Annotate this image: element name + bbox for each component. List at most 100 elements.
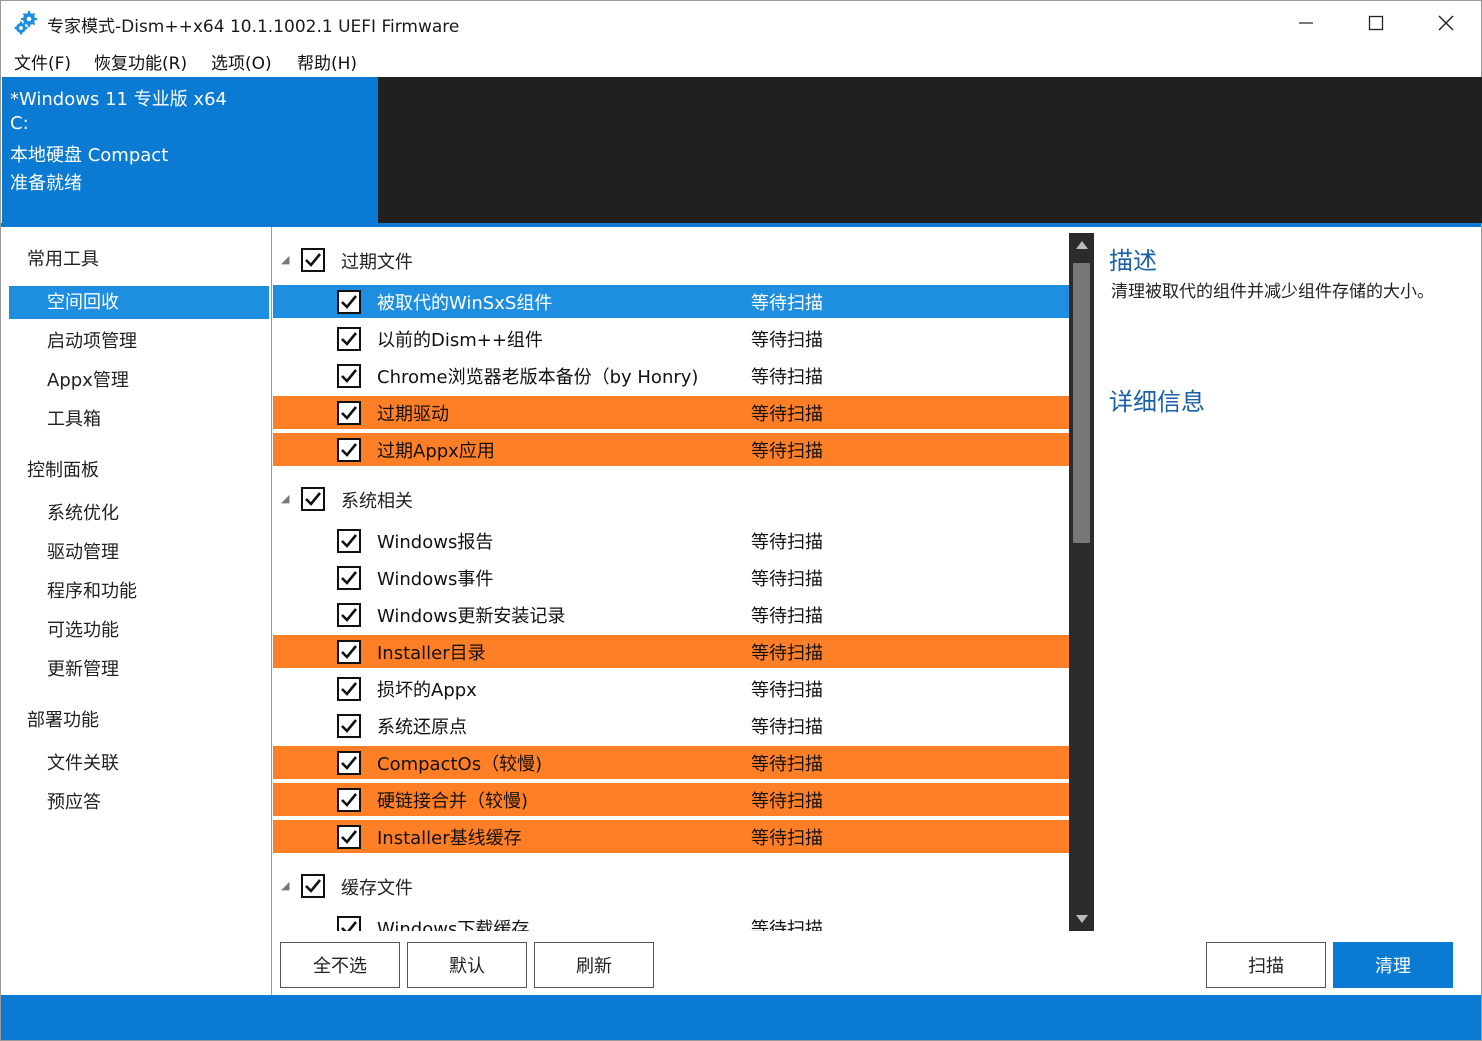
item-status: 等待扫描 [751, 606, 823, 627]
item-status: 等待扫描 [751, 569, 823, 590]
list-item[interactable]: CompactOs（较慢) 等待扫描 [273, 746, 1069, 779]
item-checkbox[interactable] [337, 825, 361, 849]
item-label: 被取代的WinSxS组件 [377, 293, 553, 314]
list-item[interactable]: Chrome浏览器老版本备份（by Honry) 等待扫描 [273, 359, 1069, 392]
menu-options[interactable]: 选项(O) [211, 49, 272, 74]
collapse-triangle-icon[interactable]: ◢ [281, 879, 289, 892]
window-title: 专家模式-Dism++x64 10.1.1002.1 UEFI Firmware [47, 17, 460, 37]
list-item[interactable]: Windows下载缓存 等待扫描 [273, 911, 1069, 931]
nav-section-common-tools: 常用工具 [27, 249, 99, 270]
item-checkbox[interactable] [337, 327, 361, 351]
item-status: 等待扫描 [751, 680, 823, 701]
item-label: Windows更新安装记录 [377, 606, 566, 627]
app-window: 专家模式-Dism++x64 10.1.1002.1 UEFI Firmware… [0, 0, 1482, 1041]
list-item[interactable]: Windows事件 等待扫描 [273, 561, 1069, 594]
os-name: *Windows 11 专业版 x64 [10, 89, 227, 110]
scroll-down-arrow-icon[interactable] [1069, 907, 1094, 931]
collapse-triangle-icon[interactable]: ◢ [281, 492, 289, 505]
item-status: 等待扫描 [751, 717, 823, 738]
nav-item-updates[interactable]: 更新管理 [9, 653, 269, 686]
item-checkbox[interactable] [337, 364, 361, 388]
list-item[interactable]: 被取代的WinSxS组件 等待扫描 [273, 285, 1069, 318]
nav-item-file-assoc[interactable]: 文件关联 [9, 747, 269, 780]
list-item[interactable]: Windows更新安装记录 等待扫描 [273, 598, 1069, 631]
menu-file[interactable]: 文件(F) [14, 49, 71, 74]
item-label: 以前的Dism++组件 [377, 330, 543, 351]
item-status: 等待扫描 [751, 404, 823, 425]
nav-item-answer-file[interactable]: 预应答 [9, 786, 269, 819]
menu-recovery[interactable]: 恢复功能(R) [94, 49, 187, 74]
collapse-triangle-icon[interactable]: ◢ [281, 253, 289, 266]
nav-item-programs[interactable]: 程序和功能 [9, 575, 269, 608]
item-checkbox[interactable] [337, 603, 361, 627]
item-status: 等待扫描 [751, 441, 823, 462]
cleanup-item-list: ◢ 过期文件 被取代的WinSxS组件 等待扫描 以前的Dism++组件 等待扫描 Chro… [273, 227, 1069, 931]
item-label: Chrome浏览器老版本备份（by Honry) [377, 367, 699, 388]
item-checkbox[interactable] [337, 751, 361, 775]
item-checkbox[interactable] [337, 566, 361, 590]
clean-button[interactable]: 清理 [1333, 942, 1453, 988]
sidebar-nav: 常用工具 空间回收 启动项管理 Appx管理 工具箱 控制面板 系统优化 驱动管… [2, 227, 272, 995]
item-checkbox[interactable] [337, 290, 361, 314]
list-item[interactable]: Installer目录 等待扫描 [273, 635, 1069, 668]
group-checkbox[interactable] [301, 248, 325, 272]
item-status: 等待扫描 [751, 828, 823, 849]
group-label: 过期文件 [341, 252, 413, 273]
nav-item-system-optimize[interactable]: 系统优化 [9, 497, 269, 530]
item-label: 系统还原点 [377, 717, 467, 738]
item-checkbox[interactable] [337, 714, 361, 738]
list-item[interactable]: 过期Appx应用 等待扫描 [273, 433, 1069, 466]
item-label: Windows下载缓存 [377, 919, 530, 931]
item-label: CompactOs（较慢) [377, 754, 543, 775]
item-checkbox[interactable] [337, 677, 361, 701]
item-label: 过期驱动 [377, 404, 449, 425]
default-button[interactable]: 默认 [407, 942, 527, 988]
item-checkbox[interactable] [337, 640, 361, 664]
nav-item-optional-features[interactable]: 可选功能 [9, 614, 269, 647]
item-checkbox[interactable] [337, 529, 361, 553]
description-text: 清理被取代的组件并减少组件存储的大小。 [1111, 282, 1434, 302]
list-item[interactable]: 损坏的Appx 等待扫描 [273, 672, 1069, 705]
group-checkbox[interactable] [301, 874, 325, 898]
nav-item-appx[interactable]: Appx管理 [9, 364, 269, 397]
scroll-up-arrow-icon[interactable] [1069, 233, 1094, 257]
nav-item-drivers[interactable]: 驱动管理 [9, 536, 269, 569]
nav-section-control-panel: 控制面板 [27, 460, 99, 481]
session-list-area [378, 77, 1482, 223]
item-checkbox[interactable] [337, 916, 361, 931]
item-checkbox[interactable] [337, 438, 361, 462]
group-checkbox[interactable] [301, 487, 325, 511]
minimize-icon [1299, 22, 1313, 24]
item-status: 等待扫描 [751, 919, 823, 931]
group-header[interactable]: ◢ 系统相关 [273, 478, 1069, 518]
item-status: 等待扫描 [751, 643, 823, 664]
item-checkbox[interactable] [337, 401, 361, 425]
scroll-thumb[interactable] [1073, 263, 1090, 543]
list-item[interactable]: 硬链接合并（较慢) 等待扫描 [273, 783, 1069, 816]
scan-button[interactable]: 扫描 [1206, 942, 1326, 988]
nav-item-space-recovery[interactable]: 空间回收 [9, 286, 269, 319]
close-button[interactable] [1411, 1, 1481, 45]
item-status: 等待扫描 [751, 532, 823, 553]
list-item[interactable]: 以前的Dism++组件 等待扫描 [273, 322, 1069, 355]
group-header[interactable]: ◢ 过期文件 [273, 239, 1069, 279]
group-label: 缓存文件 [341, 878, 413, 899]
list-item[interactable]: 系统还原点 等待扫描 [273, 709, 1069, 742]
status-bar [1, 995, 1481, 1040]
nav-section-deployment: 部署功能 [27, 710, 99, 731]
nav-item-startup[interactable]: 启动项管理 [9, 325, 269, 358]
maximize-button[interactable] [1341, 1, 1411, 45]
select-none-button[interactable]: 全不选 [280, 942, 400, 988]
item-checkbox[interactable] [337, 788, 361, 812]
refresh-button[interactable]: 刷新 [534, 942, 654, 988]
minimize-button[interactable] [1271, 1, 1341, 45]
list-item[interactable]: Windows报告 等待扫描 [273, 524, 1069, 557]
menu-help[interactable]: 帮助(H) [297, 49, 357, 74]
group-header[interactable]: ◢ 缓存文件 [273, 865, 1069, 905]
system-info-panel[interactable]: *Windows 11 专业版 x64 C: 本地硬盘 Compact 准备就绪 [2, 77, 378, 223]
list-item[interactable]: Installer基线缓存 等待扫描 [273, 820, 1069, 853]
title-bar: 专家模式-Dism++x64 10.1.1002.1 UEFI Firmware [1, 1, 1481, 45]
list-scrollbar[interactable] [1069, 233, 1094, 931]
list-item[interactable]: 过期驱动 等待扫描 [273, 396, 1069, 429]
nav-item-toolbox[interactable]: 工具箱 [9, 403, 269, 436]
